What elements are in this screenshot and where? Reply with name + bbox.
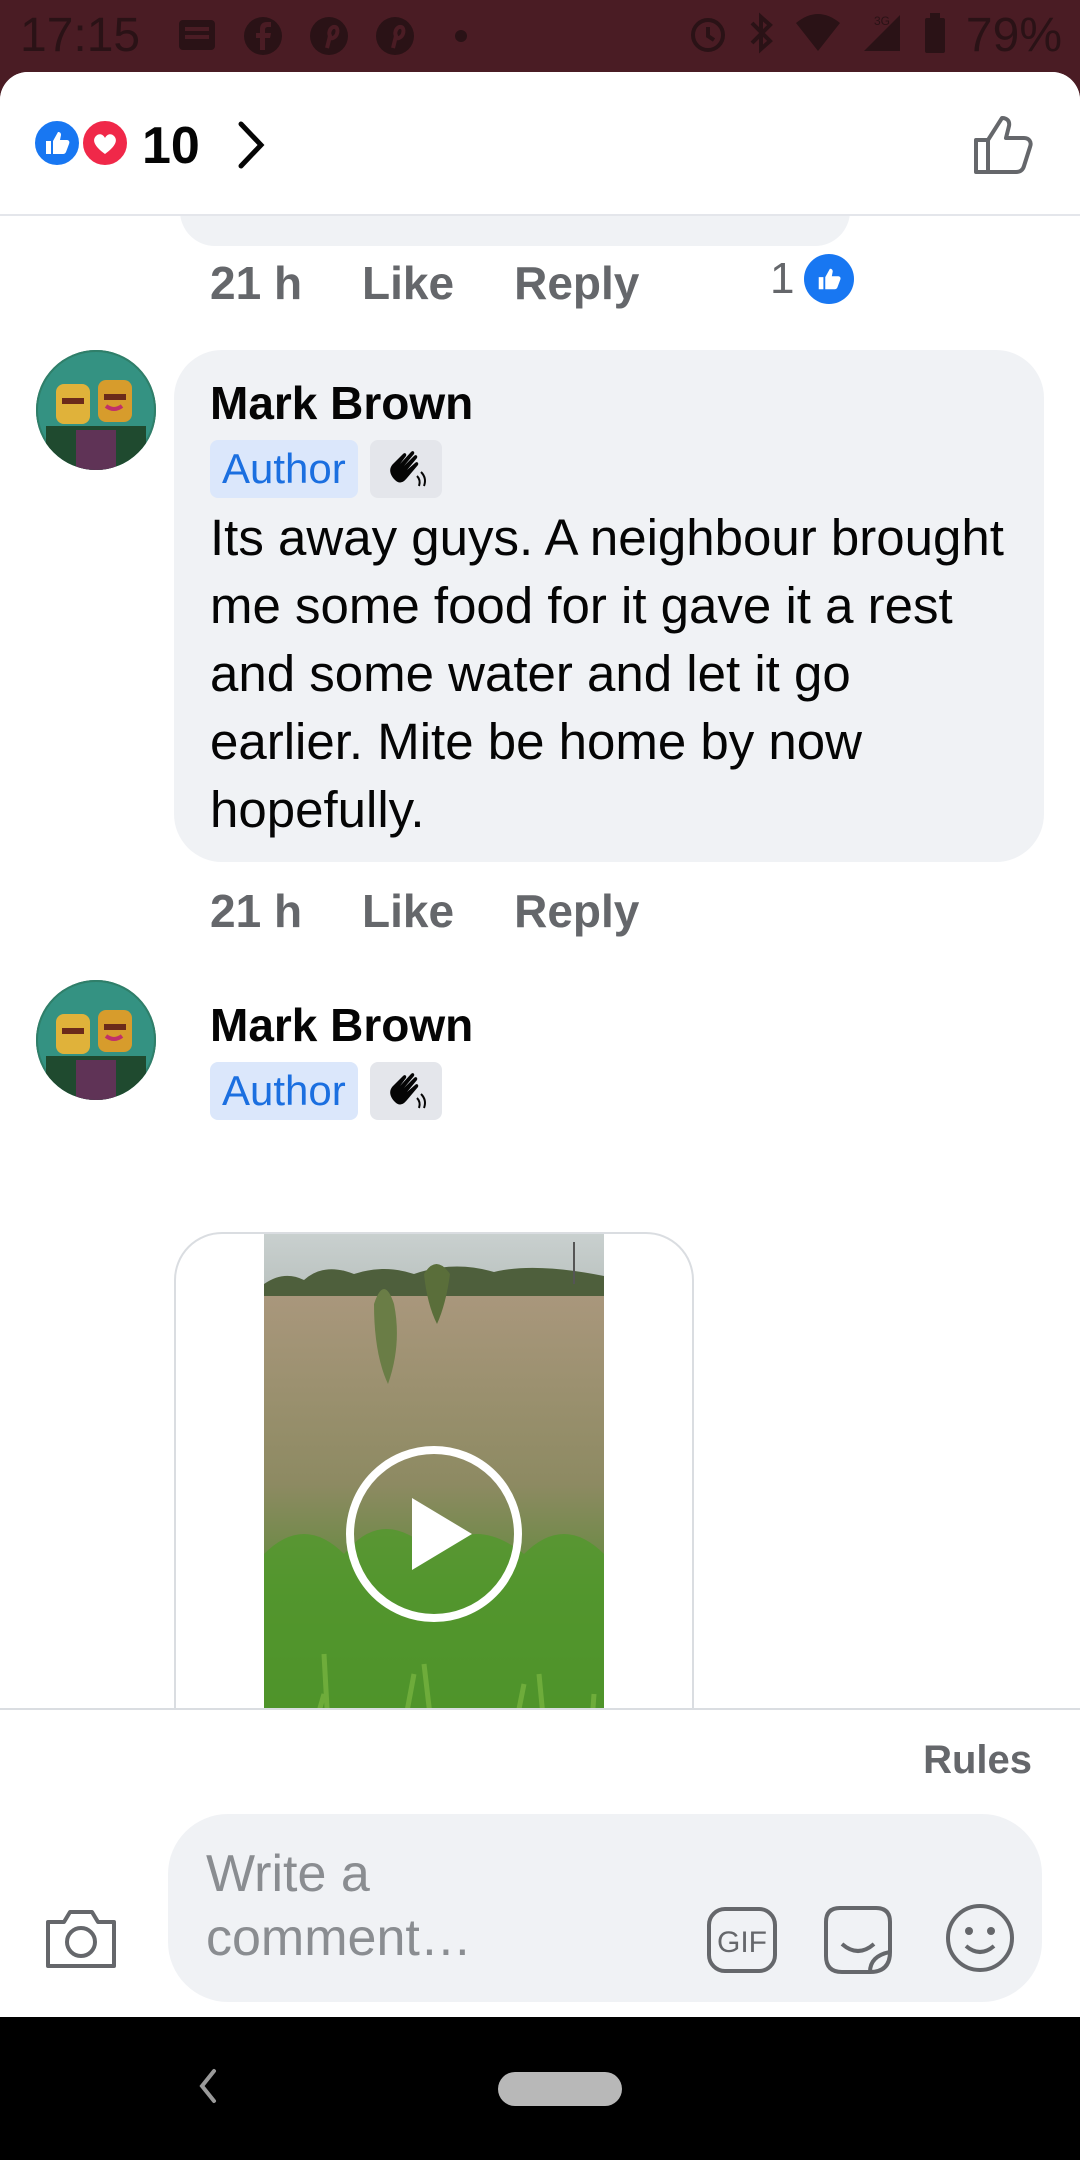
author-name[interactable]: Mark Brown xyxy=(210,996,473,1054)
comments-sheet: 10 21 h Like Reply 1 Mark Brown Author I… xyxy=(0,72,1080,2017)
comment-actions: 21 h Like Reply xyxy=(210,884,639,938)
author-badge: Author xyxy=(210,1062,358,1120)
back-icon[interactable] xyxy=(190,2061,226,2116)
play-icon[interactable] xyxy=(344,1444,524,1624)
comment-time: 21 h xyxy=(210,885,303,937)
comments-list[interactable]: 21 h Like Reply 1 Mark Brown Author Its … xyxy=(0,216,1080,1781)
author-badges: Author xyxy=(210,1062,473,1120)
rules-link[interactable]: Rules xyxy=(923,1738,1032,1783)
emoji-icon[interactable] xyxy=(944,1902,1016,1979)
like-count-number: 1 xyxy=(770,254,795,303)
svg-text:3G: 3G xyxy=(874,14,890,28)
chevron-right-icon[interactable] xyxy=(236,120,266,175)
status-right-icons: 3G 79% xyxy=(688,8,1062,63)
sticker-icon[interactable] xyxy=(820,1902,896,1983)
reply-link[interactable]: Reply xyxy=(514,884,639,938)
comment-header: Mark Brown Author xyxy=(210,996,473,1120)
status-left-icons xyxy=(175,14,483,58)
previous-comment-bubble xyxy=(180,216,850,246)
like-reaction-icon xyxy=(32,118,82,168)
pinterest-icon xyxy=(307,14,351,58)
like-link[interactable]: Like xyxy=(362,884,454,938)
facebook-icon xyxy=(241,14,285,58)
like-badge-icon xyxy=(804,254,855,304)
comment-text: Its away guys. A neighbour brought me so… xyxy=(210,509,1004,838)
video-attachment[interactable] xyxy=(174,1232,694,1781)
comment-placeholder[interactable]: Write a comment… xyxy=(206,1842,626,1970)
battery-icon xyxy=(922,11,948,60)
bluetooth-icon xyxy=(746,11,776,60)
love-reaction-icon xyxy=(80,118,130,168)
reactions-header[interactable]: 10 xyxy=(0,72,1080,216)
comment-composer: Rules Write a comment… GIF xyxy=(0,1708,1080,2017)
comment-input[interactable]: Write a comment… GIF xyxy=(168,1814,1042,2002)
author-badge: Author xyxy=(210,440,358,498)
comment-bubble[interactable]: Mark Brown Author Its away guys. A neigh… xyxy=(174,350,1044,862)
navigation-bar xyxy=(0,2017,1080,2160)
avatar[interactable] xyxy=(36,980,156,1100)
avatar[interactable] xyxy=(36,350,156,470)
battery-percent: 79% xyxy=(965,9,1062,62)
dot-icon xyxy=(439,14,483,58)
comment-like-count[interactable]: 1 xyxy=(770,254,855,304)
video-thumbnail[interactable] xyxy=(264,1234,604,1781)
status-bar: 17:15 3G 79% xyxy=(0,0,1080,72)
thumbs-up-icon[interactable] xyxy=(970,112,1036,183)
reply-link[interactable]: Reply xyxy=(514,256,639,310)
signal-icon: 3G xyxy=(860,11,904,60)
waving-hand-icon xyxy=(369,1062,442,1120)
home-pill[interactable] xyxy=(498,2072,622,2106)
reaction-count: 10 xyxy=(142,117,200,175)
gif-icon[interactable]: GIF xyxy=(706,1906,778,1979)
comment-time: 21 h xyxy=(210,257,303,309)
wifi-icon xyxy=(794,11,842,60)
camera-icon[interactable] xyxy=(44,1906,118,1975)
like-link[interactable]: Like xyxy=(362,256,454,310)
comment-actions: 21 h Like Reply xyxy=(210,256,639,310)
author-name[interactable]: Mark Brown xyxy=(210,374,1008,432)
alarm-icon xyxy=(688,11,728,60)
status-time: 17:15 xyxy=(20,9,141,62)
pinterest-icon xyxy=(373,14,417,58)
waving-hand-icon xyxy=(369,440,442,498)
author-badges: Author xyxy=(210,440,1008,498)
notification-icon xyxy=(175,14,219,58)
svg-text:GIF: GIF xyxy=(717,1926,767,1959)
